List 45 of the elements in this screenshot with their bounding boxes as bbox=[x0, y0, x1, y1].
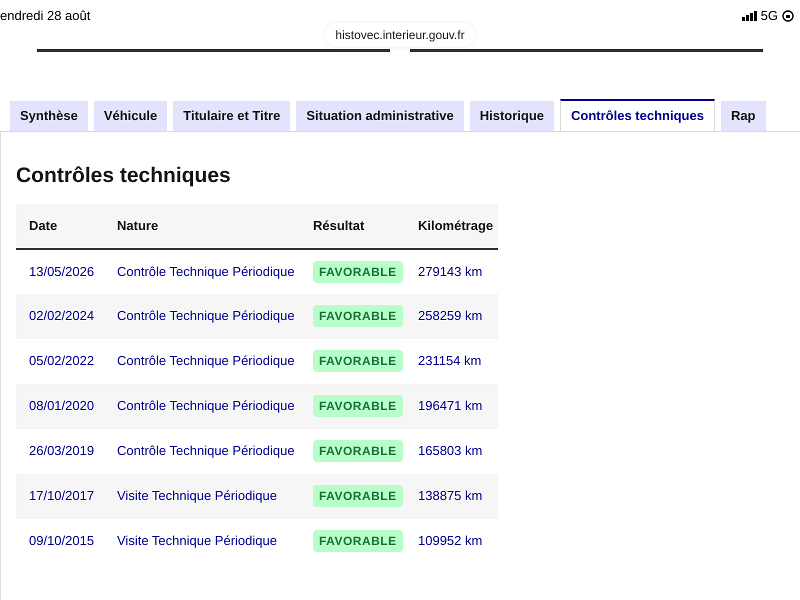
table-cell: 08/01/2020 bbox=[16, 384, 104, 428]
table-cell: 109952 km bbox=[405, 518, 498, 564]
table-cell: Contrôle Technique Périodique bbox=[104, 248, 300, 294]
tab[interactable]: Historique bbox=[470, 101, 554, 131]
result-badge: FAVORABLE bbox=[313, 260, 403, 282]
column-header: Kilométrage bbox=[405, 204, 498, 248]
tab[interactable]: Rap bbox=[720, 101, 766, 131]
result-badge: FAVORABLE bbox=[313, 395, 403, 417]
table-cell: Contrôle Technique Périodique bbox=[104, 294, 300, 338]
table-cell: 13/05/2026 bbox=[16, 248, 104, 294]
result-badge: FAVORABLE bbox=[313, 530, 403, 552]
column-header: Nature bbox=[104, 204, 300, 248]
table-cell: 165803 km bbox=[405, 428, 498, 474]
section-title: Contrôles techniques bbox=[16, 163, 232, 189]
result-badge: FAVORABLE bbox=[313, 485, 403, 507]
table-cell: 196471 km bbox=[405, 384, 498, 428]
rotation-lock-icon bbox=[782, 10, 794, 22]
address-bar[interactable]: histovec.interieur.gouv.fr bbox=[325, 23, 475, 47]
table-cell: 09/10/2015 bbox=[16, 518, 104, 564]
tab[interactable]: Synthèse bbox=[10, 101, 88, 131]
table-cell: 258259 km bbox=[405, 294, 498, 338]
table-cell: 279143 km bbox=[405, 248, 498, 294]
tab[interactable]: Titulaire et Titre bbox=[173, 101, 290, 131]
column-header: Date bbox=[16, 204, 104, 248]
table-cell: Visite Technique Périodique bbox=[104, 518, 300, 564]
status-date: endredi 28 août bbox=[0, 7, 90, 26]
table-cell: Contrôle Technique Périodique bbox=[104, 384, 300, 428]
table-cell: 17/10/2017 bbox=[16, 474, 104, 518]
tab[interactable]: Véhicule bbox=[94, 101, 168, 131]
result-badge: FAVORABLE bbox=[313, 350, 403, 372]
table-cell: Contrôle Technique Périodique bbox=[104, 428, 300, 474]
table-cell: 05/02/2022 bbox=[16, 338, 104, 384]
result-badge: FAVORABLE bbox=[313, 305, 403, 327]
tab[interactable]: Situation administrative bbox=[296, 101, 464, 131]
result-badge: FAVORABLE bbox=[313, 440, 403, 462]
table-cell: 231154 km bbox=[405, 338, 498, 384]
table-cell: 02/02/2024 bbox=[16, 294, 104, 338]
table-cell: Contrôle Technique Périodique bbox=[104, 338, 300, 384]
column-header: Résultat bbox=[300, 204, 405, 248]
signal-icon bbox=[742, 11, 757, 21]
network-label: 5G bbox=[760, 7, 778, 26]
table-cell: 138875 km bbox=[405, 474, 498, 518]
tab[interactable]: Contrôles techniques bbox=[560, 99, 715, 131]
table-cell: Visite Technique Périodique bbox=[104, 474, 300, 518]
table-cell: 26/03/2019 bbox=[16, 428, 104, 474]
